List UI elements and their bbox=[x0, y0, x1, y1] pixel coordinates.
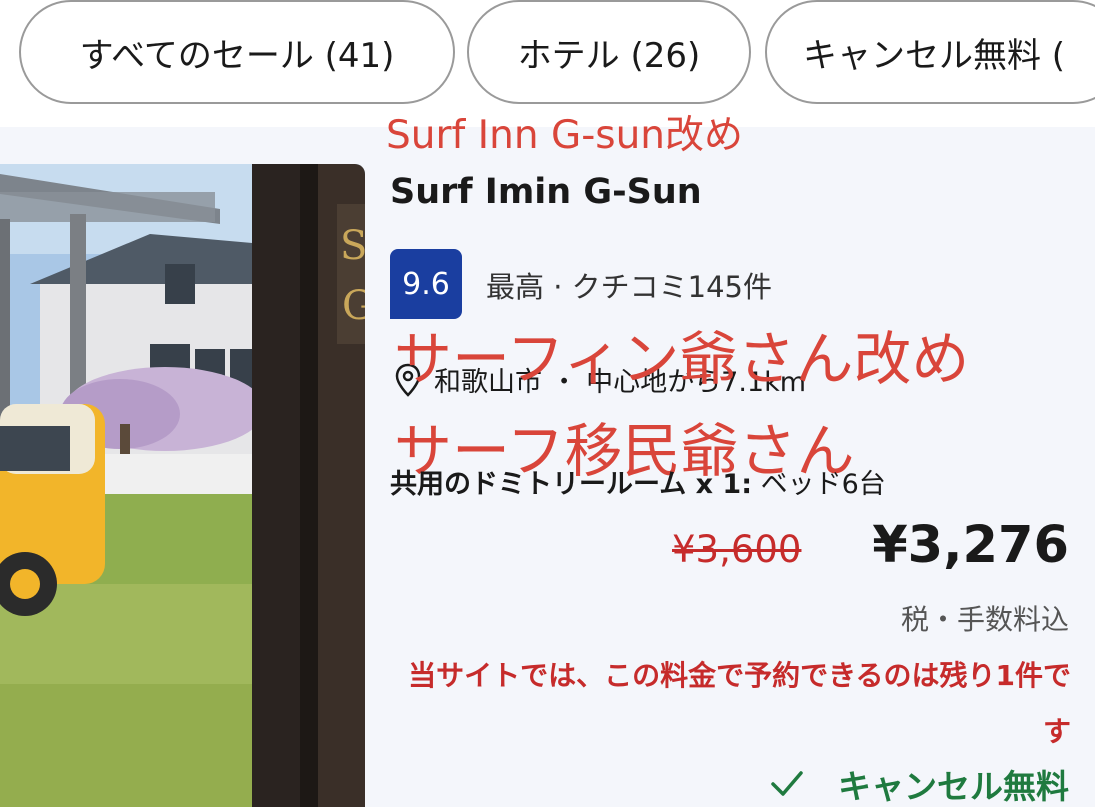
review-score-badge: 9.6 bbox=[390, 249, 462, 319]
tax-note: 税・手数料込 bbox=[900, 603, 1069, 636]
filter-chip-free-cancel[interactable]: キャンセル無料 ( bbox=[765, 0, 1095, 104]
svg-text:G: G bbox=[342, 283, 365, 329]
review-score: 9.6 bbox=[402, 266, 450, 302]
filter-bar: すべてのセール (41) ホテル (26) キャンセル無料 ( bbox=[0, 0, 1095, 116]
free-cancellation-label: キャンセル無料 bbox=[838, 767, 1069, 806]
discounted-price: ¥3,276 bbox=[872, 516, 1069, 575]
filter-chip-all-sales[interactable]: すべてのセール (41) bbox=[19, 0, 455, 104]
filter-chip-label: すべてのセール (41) bbox=[79, 35, 395, 76]
room-type: 共用のドミトリールーム x 1: bbox=[390, 469, 752, 500]
review-summary: 最高 · クチコミ145件 bbox=[486, 270, 773, 304]
original-price: ¥3,600 bbox=[672, 528, 802, 571]
filter-chip-hotels[interactable]: ホテル (26) bbox=[467, 0, 751, 104]
svg-text:S: S bbox=[340, 223, 365, 269]
availability-warning: 当サイトでは、この料金で予約できるのは残り1件です bbox=[408, 659, 1071, 748]
room-detail: ベッド6台 bbox=[752, 469, 886, 500]
checkmark-icon bbox=[771, 771, 803, 796]
property-photo-image: S G bbox=[0, 164, 365, 807]
free-cancellation: キャンセル無料 bbox=[770, 760, 1069, 808]
room-info: 共用のドミトリールーム x 1: ベッド6台 bbox=[390, 462, 886, 501]
annotation-second-name: サーフィン爺さん改め bbox=[394, 325, 970, 393]
filter-chip-label: キャンセル無料 ( bbox=[803, 35, 1066, 76]
hotel-name[interactable]: Surf Imin G-Sun bbox=[390, 172, 702, 212]
filter-chip-label: ホテル (26) bbox=[517, 35, 701, 76]
annotation-old-name: Surf Inn G-sun改め bbox=[386, 113, 744, 158]
property-photo[interactable]: S G bbox=[0, 164, 365, 807]
